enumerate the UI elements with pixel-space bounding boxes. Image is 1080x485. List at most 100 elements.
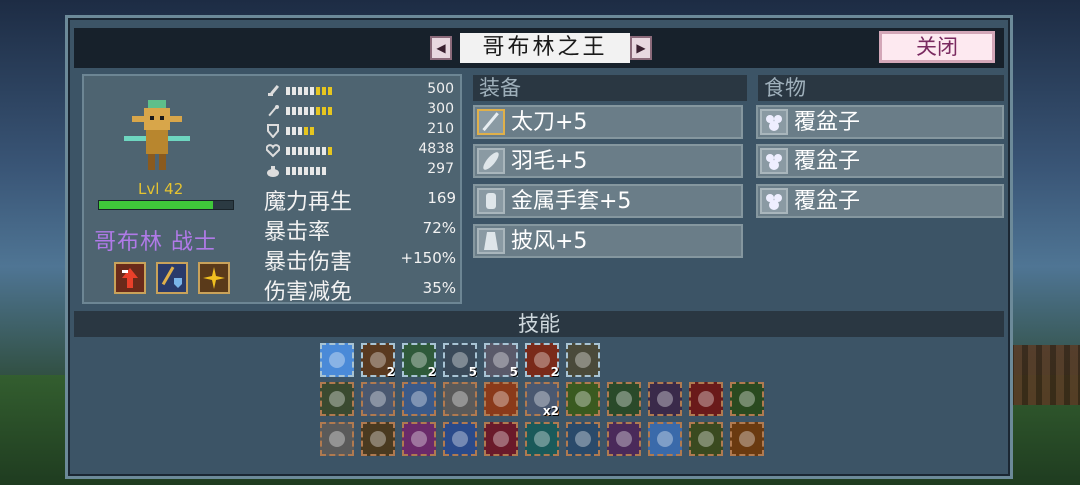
greatsword-icon[interactable]: 5 xyxy=(484,343,518,379)
orange-shield-icon[interactable] xyxy=(730,422,764,456)
stat-bar-health xyxy=(286,147,332,155)
equipment-label: 金属手套+5 xyxy=(511,189,632,214)
equipment-heading: 装备 xyxy=(473,75,747,101)
attack-up-icon[interactable] xyxy=(114,262,146,294)
stat-segment xyxy=(322,87,326,95)
skill-count: 2 xyxy=(550,365,559,379)
raspberry-icon xyxy=(760,109,788,135)
stat-segment xyxy=(292,167,296,175)
purple-drop-icon[interactable] xyxy=(607,422,641,456)
food-slot-2[interactable]: 覆盆子 xyxy=(756,144,1004,178)
stat-value-damage-reduction: 35% xyxy=(422,279,456,297)
heart-icon xyxy=(266,144,280,158)
skill-count: 2 xyxy=(427,365,436,379)
stat-segment xyxy=(304,147,308,155)
red-heart-icon[interactable] xyxy=(484,422,518,456)
wave-icon[interactable]: 2 xyxy=(402,343,436,379)
armored-duo-icon[interactable]: x2 xyxy=(525,382,559,418)
stat-segment xyxy=(292,147,296,155)
sword-icon xyxy=(268,84,280,96)
blue-slash-icon[interactable] xyxy=(320,343,354,377)
close-button[interactable]: 关闭 xyxy=(879,31,995,63)
shield-icon xyxy=(267,124,279,138)
page-title: 哥布林之王 xyxy=(460,33,630,63)
stat-segment xyxy=(322,167,326,175)
stat-label-crit-rate: 暴击率 xyxy=(264,220,331,245)
equipment-slot-gauntlet[interactable]: 金属手套+5 xyxy=(473,184,743,218)
next-character-button[interactable]: ▶ xyxy=(630,36,652,60)
food-label: 覆盆子 xyxy=(794,110,861,135)
stat-segment xyxy=(298,87,302,95)
stat-segment xyxy=(322,147,326,155)
grey-fist-icon[interactable] xyxy=(443,382,477,416)
skills-heading: 技能 xyxy=(74,311,1004,337)
blue-glove-icon[interactable] xyxy=(443,422,477,456)
blue-slash-2-icon[interactable] xyxy=(648,422,682,456)
prev-character-button[interactable]: ◀ xyxy=(430,36,452,60)
boulder-icon[interactable] xyxy=(566,343,600,377)
equipment-label: 羽毛+5 xyxy=(511,149,588,174)
green-heart-icon[interactable] xyxy=(607,382,641,416)
stat-segment xyxy=(286,87,290,95)
wand-icon xyxy=(268,104,279,117)
axe-shield-icon[interactable] xyxy=(156,262,188,294)
stat-segment xyxy=(322,107,326,115)
equipment-slot-cape[interactable]: 披风+5 xyxy=(473,224,743,258)
food-slot-1[interactable]: 覆盆子 xyxy=(756,105,1004,139)
stat-segment xyxy=(292,107,296,115)
stat-label-damage-reduction: 伤害减免 xyxy=(264,280,353,305)
skill-count: x2 xyxy=(542,404,559,418)
food-label: 覆盆子 xyxy=(794,189,861,214)
stat-segment xyxy=(298,107,302,115)
sparkle-icon[interactable] xyxy=(198,262,230,294)
serpent-icon[interactable] xyxy=(730,382,764,416)
equipment-slot-feather[interactable]: 羽毛+5 xyxy=(473,144,743,178)
green-ring-icon[interactable] xyxy=(566,382,600,416)
katana-icon xyxy=(477,109,505,135)
cross-blades-icon[interactable]: 5 xyxy=(443,343,477,379)
stat-segment xyxy=(304,107,308,115)
stat-segment xyxy=(310,87,314,95)
orange-gear-icon[interactable] xyxy=(361,422,395,456)
stat-segment xyxy=(304,87,308,95)
pink-bolt-icon[interactable] xyxy=(402,422,436,456)
stat-segment xyxy=(310,107,314,115)
blue-fist-icon[interactable] xyxy=(402,382,436,416)
stat-value-attack: 500 xyxy=(427,81,454,97)
teal-crescent-icon[interactable] xyxy=(525,422,559,456)
gauntlet-icon xyxy=(477,188,505,214)
stat-segment xyxy=(328,87,332,95)
level-label: Lvl 42 xyxy=(138,180,184,198)
stat-segment xyxy=(298,167,302,175)
fire-demon-icon[interactable] xyxy=(484,382,518,416)
skill-count: 2 xyxy=(386,365,395,379)
equipment-slot-katana[interactable]: 太刀+5 xyxy=(473,105,743,139)
food-slot-3[interactable]: 覆盆子 xyxy=(756,184,1004,218)
stat-segment xyxy=(316,87,320,95)
fire-arrow-icon[interactable]: 2 xyxy=(361,343,395,379)
food-heading: 食物 xyxy=(758,75,1004,101)
knight-icon[interactable] xyxy=(361,382,395,416)
feather-icon xyxy=(477,148,505,174)
character-class-name: 哥布林 战士 xyxy=(94,230,217,255)
stat-segment xyxy=(292,87,296,95)
stat-bar-attack xyxy=(286,87,332,95)
stat-segment xyxy=(328,107,332,115)
flame-orb-icon[interactable]: 2 xyxy=(525,343,559,379)
blue-gear-icon[interactable] xyxy=(566,422,600,456)
leaf-gear-icon[interactable] xyxy=(689,422,723,456)
skill-count: 5 xyxy=(509,365,518,379)
blood-eye-icon[interactable] xyxy=(689,382,723,416)
cape-icon xyxy=(477,228,505,254)
stat-segment xyxy=(304,167,308,175)
poison-heart-icon[interactable] xyxy=(320,382,354,416)
stat-segment xyxy=(286,107,290,115)
purple-blade-icon[interactable] xyxy=(648,382,682,416)
stat-value-defense: 210 xyxy=(427,121,454,137)
stat-label-mana-regen: 魔力再生 xyxy=(264,190,353,215)
scroll-icon[interactable] xyxy=(320,422,354,456)
stat-segment xyxy=(286,127,290,135)
stat-segment xyxy=(298,127,302,135)
raspberry-icon xyxy=(760,148,788,174)
stat-value-speed: 297 xyxy=(427,161,454,177)
